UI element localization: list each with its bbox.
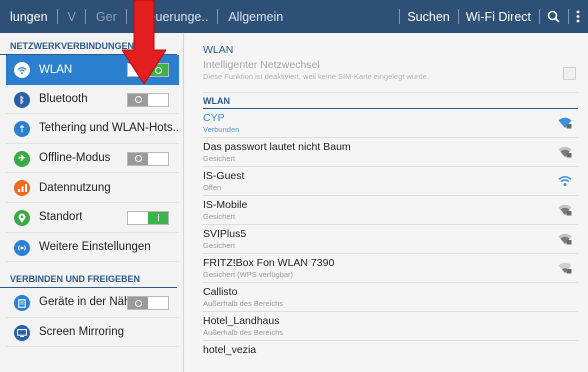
sidebar-item-label: WLAN <box>39 63 73 76</box>
network-name: IS-Guest <box>203 170 245 182</box>
sidebar-item-location[interactable]: Standort <box>6 203 179 233</box>
wifi-secured-icon <box>558 146 572 158</box>
network-item[interactable]: hotel_vezia <box>203 341 578 370</box>
search-button[interactable]: Suchen <box>399 0 457 33</box>
bluetooth-icon: ᛒ <box>14 91 30 108</box>
network-name: CYP <box>203 112 225 124</box>
sidebar-item-more-settings[interactable]: Weitere Einstellungen <box>6 233 179 263</box>
smart-switch-subtitle: Diese Funktion ist deaktiviert, weil kei… <box>203 72 429 81</box>
network-name: Callisto <box>203 286 238 298</box>
tab-v[interactable]: V <box>58 0 87 33</box>
tethering-icon: ⇡ <box>14 121 30 138</box>
airplane-icon: ✈ <box>14 150 30 167</box>
more-settings-icon <box>14 239 30 256</box>
offline-mode-toggle[interactable] <box>127 151 169 166</box>
nearby-devices-icon <box>14 295 30 312</box>
network-item[interactable]: CYP Verbunden <box>203 109 578 138</box>
network-name: SVIPlus5 <box>203 228 247 240</box>
network-status: Verbunden <box>203 125 240 134</box>
smart-switch-title: Intelligenter Netzwechsel <box>203 59 320 71</box>
sidebar-item-tethering[interactable]: ⇡ Tethering und WLAN-Hots.. <box>6 114 179 144</box>
section-header-verbinden: VERBINDEN UND FREIGEBEN <box>0 266 177 289</box>
tab-allgemein[interactable]: Allgemein <box>218 0 293 33</box>
smart-network-switch: Intelligenter Netzwechsel Diese Funktion… <box>203 59 578 93</box>
sidebar-item-label: Geräte in der Näh.. <box>39 296 137 309</box>
location-toggle[interactable] <box>127 210 169 225</box>
screen-mirroring-icon <box>14 324 30 341</box>
sidebar-item-nearby-devices[interactable]: Geräte in der Näh.. <box>6 288 179 318</box>
tab-verbindungen[interactable]: lungen <box>0 0 58 33</box>
search-icon[interactable] <box>539 0 568 33</box>
page-title: WLAN <box>203 44 234 56</box>
network-status: Gesichert <box>203 154 236 163</box>
section-header-wlan: WLAN <box>203 93 578 109</box>
network-name: IS-Mobile <box>203 199 248 211</box>
wifi-open-icon <box>558 176 572 186</box>
wlan-detail-pane: WLAN Intelligenter Netzwechsel Diese Fun… <box>185 33 588 372</box>
network-status: Gesichert <box>203 241 236 250</box>
sidebar-item-label: Weitere Einstellungen <box>39 240 151 253</box>
red-arrow-annotation <box>122 0 166 84</box>
sidebar-item-label: Standort <box>39 211 83 224</box>
network-item[interactable]: FRITZ!Box Fon WLAN 7390 Gesichert (WPS v… <box>203 254 578 283</box>
wifi-direct-button[interactable]: Wi-Fi Direct <box>457 0 539 33</box>
overflow-menu-icon[interactable] <box>568 0 588 33</box>
sidebar-item-data-usage[interactable]: Datennutzung <box>6 173 179 203</box>
network-status: Gesichert (WPS verfügbar) <box>203 270 294 279</box>
smart-switch-checkbox <box>563 67 576 80</box>
bluetooth-toggle[interactable] <box>127 92 169 107</box>
wifi-secured-icon <box>558 204 572 216</box>
network-item[interactable]: IS-Mobile Gesichert <box>203 196 578 225</box>
network-name: hotel_vezia <box>203 344 257 356</box>
network-status: Außerhalb des Bereichs <box>203 299 284 308</box>
network-status: Offen <box>203 183 222 192</box>
sidebar-item-offline-mode[interactable]: ✈ Offline-Modus <box>6 144 179 174</box>
data-usage-icon <box>14 180 30 197</box>
network-name: Das passwort lautet nicht Baum <box>203 141 351 153</box>
network-item[interactable]: Hotel_Landhaus Außerhalb des Bereichs <box>203 312 578 341</box>
location-icon <box>14 209 30 226</box>
nearby-devices-toggle[interactable] <box>127 296 169 311</box>
sidebar-item-label: Offline-Modus <box>39 152 111 165</box>
sidebar-item-label: Screen Mirroring <box>39 326 124 339</box>
network-name: FRITZ!Box Fon WLAN 7390 <box>203 257 335 269</box>
network-name: Hotel_Landhaus <box>203 315 280 327</box>
sidebar-item-bluetooth[interactable]: ᛒ Bluetooth <box>6 85 179 115</box>
network-item[interactable]: SVIPlus5 Gesichert <box>203 225 578 254</box>
tab-geraet[interactable]: Ger <box>86 0 127 33</box>
network-item[interactable]: Callisto Außerhalb des Bereichs <box>203 283 578 312</box>
network-status: Außerhalb des Bereichs <box>203 328 284 337</box>
network-item[interactable]: Das passwort lautet nicht Baum Gesichert <box>203 138 578 167</box>
network-item[interactable]: IS-Guest Offen <box>203 167 578 196</box>
wifi-weak-secured-icon <box>558 262 572 274</box>
sidebar-item-label: Tethering und WLAN-Hots.. <box>39 122 179 135</box>
sidebar-item-label: Bluetooth <box>39 92 88 105</box>
top-bar: lungen V Ger Steuerunge.. Allgemein Such… <box>0 0 588 33</box>
network-status: Gesichert <box>203 212 236 221</box>
wifi-secured-icon <box>558 117 572 129</box>
wifi-icon <box>14 62 30 78</box>
sidebar-item-screen-mirroring[interactable]: Screen Mirroring <box>6 318 179 348</box>
wifi-secured-icon <box>558 233 572 245</box>
sidebar-item-label: Datennutzung <box>39 181 111 194</box>
